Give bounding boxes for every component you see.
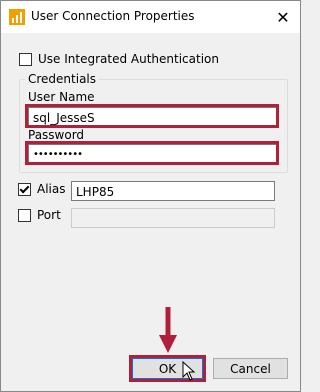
username-label: User Name <box>28 90 95 104</box>
user-connection-properties-dialog: User Connection Properties ✕ Use Integra… <box>0 0 301 392</box>
close-button[interactable]: ✕ <box>266 1 300 33</box>
bar-chart-icon <box>9 9 25 25</box>
alias-checkbox[interactable] <box>18 183 31 196</box>
title-bar: User Connection Properties ✕ <box>1 1 300 33</box>
password-highlight-box <box>25 141 279 165</box>
alias-label: Alias <box>37 182 66 196</box>
alias-input[interactable]: LHP85 <box>71 181 275 201</box>
cancel-button[interactable]: Cancel <box>213 358 288 379</box>
window-title: User Connection Properties <box>31 9 195 23</box>
credentials-group-label: Credentials <box>25 72 100 86</box>
password-label: Password <box>28 128 85 142</box>
port-label: Port <box>37 208 61 222</box>
port-checkbox[interactable] <box>18 209 31 222</box>
integrated-auth-label: Use Integrated Authentication <box>38 52 219 66</box>
down-arrow-icon <box>159 307 177 353</box>
username-highlight-box <box>25 104 279 128</box>
close-icon: ✕ <box>276 7 290 27</box>
port-input[interactable] <box>71 208 275 228</box>
mouse-pointer-icon <box>182 361 196 381</box>
integrated-auth-checkbox[interactable] <box>19 53 32 66</box>
